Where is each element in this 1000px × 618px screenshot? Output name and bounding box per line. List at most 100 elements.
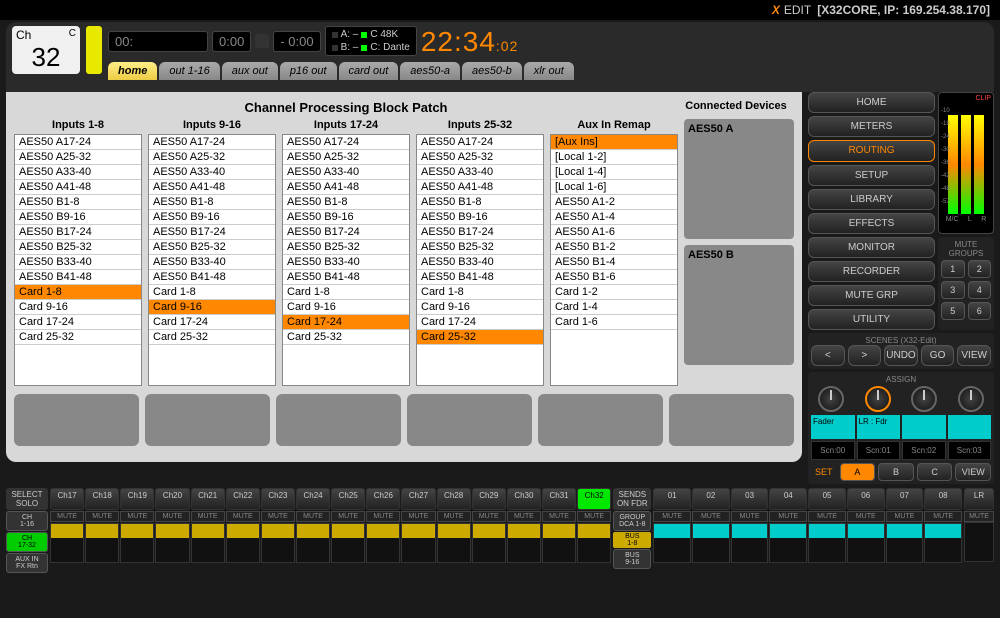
list-item[interactable]: AES50 B1-8 (15, 195, 141, 210)
mute-group-6[interactable]: 6 (968, 302, 992, 320)
channel-ch23[interactable]: Ch23 (261, 488, 295, 510)
bus-fader[interactable] (808, 523, 846, 563)
list-item[interactable]: AES50 A33-40 (417, 165, 543, 180)
list-item[interactable]: AES50 A1-6 (551, 225, 677, 240)
bus-fader[interactable] (924, 523, 962, 563)
mute-grp-button[interactable]: MUTE GRP (808, 285, 935, 306)
mute-button[interactable]: MUTE (886, 511, 924, 522)
channel-fader[interactable] (50, 523, 84, 563)
list-item[interactable]: Card 17-24 (283, 315, 409, 330)
bus-fader[interactable] (731, 523, 769, 563)
assign-knob-3[interactable] (911, 386, 937, 412)
channel-fader[interactable] (472, 523, 506, 563)
bus-9-16-button[interactable]: BUS 9-16 (613, 549, 651, 569)
mute-button[interactable]: MUTE (924, 511, 962, 522)
list-item[interactable]: Card 1-8 (283, 285, 409, 300)
list-item[interactable]: AES50 A25-32 (417, 150, 543, 165)
list-item[interactable]: AES50 B1-8 (149, 195, 275, 210)
ch-17-32-button[interactable]: CH 17-32 (6, 532, 48, 552)
list-item[interactable]: AES50 A33-40 (15, 165, 141, 180)
tab-xlr-out[interactable]: xlr out (524, 62, 574, 80)
list-item[interactable]: AES50 B9-16 (283, 210, 409, 225)
scene-slot[interactable]: Scn:03 (948, 441, 992, 460)
input-list[interactable]: AES50 A17-24AES50 A25-32AES50 A33-40AES5… (416, 134, 544, 386)
list-item[interactable]: AES50 B25-32 (149, 240, 275, 255)
list-item[interactable]: AES50 B1-6 (551, 270, 677, 285)
list-item[interactable]: AES50 B9-16 (417, 210, 543, 225)
list-item[interactable]: Card 1-6 (551, 315, 677, 330)
channel-ch21[interactable]: Ch21 (191, 488, 225, 510)
monitor-button[interactable]: MONITOR (808, 237, 935, 258)
bus-1-8-button[interactable]: BUS 1-8 (613, 532, 651, 548)
tab-aes50-b[interactable]: aes50-b (462, 62, 522, 80)
assign-knob-2[interactable] (865, 386, 891, 412)
bus-08[interactable]: 08 (924, 488, 962, 510)
list-item[interactable]: AES50 A41-48 (15, 180, 141, 195)
mute-button[interactable]: MUTE (437, 511, 471, 522)
list-item[interactable]: AES50 B1-8 (417, 195, 543, 210)
lr-fader[interactable] (964, 522, 994, 562)
channel-ch20[interactable]: Ch20 (155, 488, 189, 510)
bus-fader[interactable] (886, 523, 924, 563)
list-item[interactable]: AES50 A1-2 (551, 195, 677, 210)
scene-go[interactable]: GO (921, 345, 955, 366)
input-list[interactable]: AES50 A17-24AES50 A25-32AES50 A33-40AES5… (282, 134, 410, 386)
auxin-button[interactable]: AUX IN FX Rtn (6, 553, 48, 573)
channel-fader[interactable] (542, 523, 576, 563)
channel-fader[interactable] (155, 523, 189, 563)
scene-<[interactable]: < (811, 345, 845, 366)
list-item[interactable]: AES50 A41-48 (149, 180, 275, 195)
list-item[interactable]: AES50 B17-24 (149, 225, 275, 240)
bus-03[interactable]: 03 (731, 488, 769, 510)
channel-ch25[interactable]: Ch25 (331, 488, 365, 510)
list-item[interactable]: AES50 B33-40 (417, 255, 543, 270)
mute-group-3[interactable]: 3 (941, 281, 965, 299)
scene-undo[interactable]: UNDO (884, 345, 918, 366)
list-item[interactable]: AES50 B9-16 (149, 210, 275, 225)
bank-a[interactable]: A (840, 463, 876, 481)
channel-fader[interactable] (577, 523, 611, 563)
mute-button[interactable]: MUTE (847, 511, 885, 522)
list-item[interactable]: AES50 B41-48 (283, 270, 409, 285)
channel-fader[interactable] (507, 523, 541, 563)
list-item[interactable]: Card 1-8 (15, 285, 141, 300)
lr-mute[interactable]: MUTE (964, 511, 994, 522)
list-item[interactable]: AES50 B17-24 (417, 225, 543, 240)
channel-fader[interactable] (261, 523, 295, 563)
list-item[interactable]: Card 25-32 (149, 330, 275, 345)
mute-button[interactable]: MUTE (85, 511, 119, 522)
scene-slot[interactable]: Scn:01 (857, 441, 901, 460)
list-item[interactable]: Card 17-24 (15, 315, 141, 330)
list-item[interactable]: AES50 B17-24 (15, 225, 141, 240)
mute-group-4[interactable]: 4 (968, 281, 992, 299)
bus-05[interactable]: 05 (808, 488, 846, 510)
list-item[interactable]: [Local 1-4] (551, 165, 677, 180)
list-item[interactable]: AES50 B1-2 (551, 240, 677, 255)
bus-04[interactable]: 04 (769, 488, 807, 510)
list-item[interactable]: AES50 A1-4 (551, 210, 677, 225)
tab-aux-out[interactable]: aux out (222, 62, 278, 80)
mute-button[interactable]: MUTE (472, 511, 506, 522)
list-item[interactable]: Card 17-24 (417, 315, 543, 330)
mute-button[interactable]: MUTE (731, 511, 769, 522)
channel-ch26[interactable]: Ch26 (366, 488, 400, 510)
assign-fader-1[interactable]: Fader (811, 415, 855, 439)
setup-button[interactable]: SETUP (808, 165, 935, 186)
list-item[interactable]: Card 9-16 (417, 300, 543, 315)
channel-fader[interactable] (226, 523, 260, 563)
bus-fader[interactable] (653, 523, 691, 563)
scene-slot[interactable]: Scn:02 (902, 441, 946, 460)
mute-button[interactable]: MUTE (331, 511, 365, 522)
list-item[interactable]: AES50 A41-48 (283, 180, 409, 195)
bus-07[interactable]: 07 (886, 488, 924, 510)
effects-button[interactable]: EFFECTS (808, 213, 935, 234)
list-item[interactable]: AES50 B25-32 (15, 240, 141, 255)
assign-knob-4[interactable] (958, 386, 984, 412)
list-item[interactable]: Card 25-32 (283, 330, 409, 345)
bank-view[interactable]: VIEW (955, 463, 991, 481)
tab-out-1-16[interactable]: out 1-16 (159, 62, 219, 80)
recorder-button[interactable]: RECORDER (808, 261, 935, 282)
channel-fader[interactable] (331, 523, 365, 563)
channel-ch27[interactable]: Ch27 (401, 488, 435, 510)
tab-aes50-a[interactable]: aes50-a (400, 62, 460, 80)
